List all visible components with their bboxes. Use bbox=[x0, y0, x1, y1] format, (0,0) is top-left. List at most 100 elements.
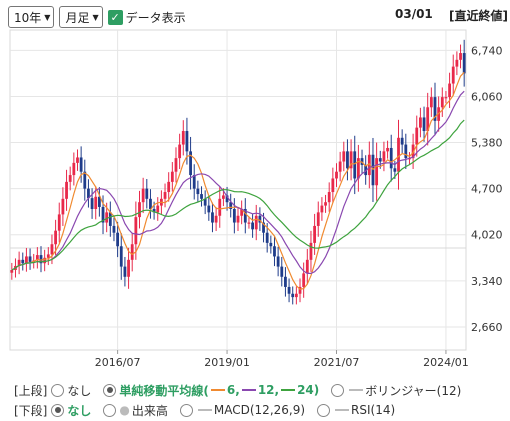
candle-body bbox=[200, 194, 203, 199]
candle-body bbox=[335, 171, 338, 179]
x-tick-label: 2019/01 bbox=[204, 356, 250, 369]
candle-body bbox=[50, 244, 54, 255]
candle-body bbox=[294, 293, 298, 298]
candle-body bbox=[90, 198, 94, 209]
candle-body bbox=[305, 259, 309, 274]
y-tick-label: 3,340 bbox=[471, 275, 503, 288]
y-tick-label: 2,660 bbox=[471, 321, 503, 334]
candle-body bbox=[455, 59, 459, 67]
upper-none-label: なし bbox=[67, 383, 92, 398]
y-tick-label: 4,020 bbox=[471, 229, 503, 242]
candle-body bbox=[116, 232, 120, 247]
candle-body bbox=[57, 214, 61, 231]
sma-close-paren: ) bbox=[313, 383, 320, 397]
sma-label: 単純移動平均線( bbox=[119, 383, 209, 398]
candle-body bbox=[276, 256, 280, 267]
y-tick-label: 4,700 bbox=[471, 183, 503, 196]
indicator-controls: [上段] なし 単純移動平均線( 6 , 12 , 24 ) ボリンジャー(12… bbox=[14, 380, 461, 420]
lower-panel-row: [下段] なし ● 出来高 MACD(12,26,9) RSI(14) bbox=[14, 400, 461, 420]
candle-body bbox=[207, 205, 211, 213]
candle-body bbox=[178, 144, 182, 159]
x-tick-label: 2021/07 bbox=[314, 356, 360, 369]
candle-body bbox=[127, 259, 130, 277]
candle-body bbox=[419, 117, 422, 128]
candle-body bbox=[214, 215, 218, 223]
macd-swatch bbox=[197, 409, 212, 411]
candle-body bbox=[338, 161, 342, 172]
upper-none-radio[interactable] bbox=[51, 383, 65, 397]
sma-6-label: 6 bbox=[226, 383, 236, 397]
sma-radio[interactable] bbox=[103, 383, 117, 397]
sma-12-label: 12 bbox=[257, 383, 275, 397]
candle-body bbox=[156, 205, 160, 213]
candle-body bbox=[65, 181, 68, 199]
bollinger-label: ボリンジャー(12) bbox=[365, 383, 462, 398]
candle-body bbox=[448, 83, 451, 98]
candle-body bbox=[393, 168, 397, 172]
candle-body bbox=[309, 242, 313, 260]
candle-body bbox=[451, 66, 455, 84]
candle-body bbox=[462, 53, 466, 74]
candle-body bbox=[167, 181, 171, 193]
candle-body bbox=[108, 212, 112, 226]
candle-body bbox=[218, 198, 222, 216]
candle-body bbox=[79, 157, 83, 172]
candle-body bbox=[94, 196, 98, 209]
candle-body bbox=[386, 147, 389, 152]
volume-dot-icon: ● bbox=[119, 403, 130, 417]
volume-label: 出来高 bbox=[131, 403, 168, 418]
candle-body bbox=[313, 225, 317, 243]
candle-body bbox=[422, 117, 426, 132]
candle-body bbox=[444, 97, 448, 99]
candle-body bbox=[130, 244, 134, 260]
candle-body bbox=[397, 137, 400, 172]
candle-body bbox=[429, 97, 433, 108]
plot-frame bbox=[9, 29, 467, 351]
candle-body bbox=[192, 175, 196, 189]
candle-body bbox=[119, 246, 123, 267]
lower-none-radio[interactable] bbox=[51, 403, 65, 417]
candle-body bbox=[320, 205, 324, 213]
candle-body bbox=[141, 188, 145, 203]
macd-label: MACD(12,26,9) bbox=[213, 403, 306, 417]
candle-body bbox=[112, 225, 116, 233]
x-tick-label: 2016/07 bbox=[95, 356, 141, 369]
candle-body bbox=[284, 276, 287, 287]
candle-body bbox=[232, 208, 236, 223]
candle-body bbox=[269, 242, 273, 247]
lower-panel-label: [下段] bbox=[14, 403, 48, 418]
rsi-radio[interactable] bbox=[317, 403, 331, 417]
candle-body bbox=[346, 151, 349, 169]
candle-body bbox=[265, 232, 269, 243]
candle-body bbox=[68, 175, 72, 182]
candle-body bbox=[181, 131, 185, 145]
candle-body bbox=[327, 192, 331, 203]
candle-body bbox=[287, 286, 291, 294]
candle-body bbox=[211, 212, 214, 223]
ma12-swatch bbox=[241, 389, 256, 391]
macd-radio[interactable] bbox=[179, 403, 193, 417]
candle-body bbox=[145, 188, 149, 199]
rsi-label: RSI(14) bbox=[351, 403, 396, 417]
candle-body bbox=[324, 202, 327, 206]
x-tick-label: 2024/01 bbox=[423, 356, 469, 369]
ma6-swatch bbox=[210, 389, 225, 391]
candle-body bbox=[149, 198, 152, 209]
candle-body bbox=[382, 151, 386, 162]
y-tick-label: 5,380 bbox=[471, 137, 503, 150]
sma-24-label: 24 bbox=[297, 383, 314, 397]
candle-body bbox=[76, 157, 79, 163]
candle-body bbox=[54, 230, 57, 245]
candle-body bbox=[459, 53, 462, 60]
volume-radio[interactable] bbox=[103, 403, 117, 417]
candle-body bbox=[138, 202, 141, 218]
candle-body bbox=[236, 215, 240, 223]
candle-body bbox=[134, 217, 138, 245]
candle-body bbox=[251, 222, 254, 230]
candle-body bbox=[196, 188, 200, 195]
bollinger-radio[interactable] bbox=[331, 383, 345, 397]
candle-body bbox=[28, 256, 32, 262]
candle-body bbox=[291, 293, 295, 298]
upper-panel-label: [上段] bbox=[14, 383, 48, 398]
ma6-line bbox=[11, 71, 465, 290]
